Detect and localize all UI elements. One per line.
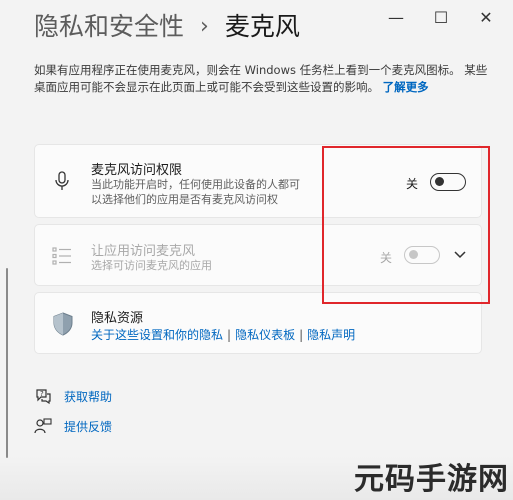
breadcrumb-parent[interactable]: 隐私和安全性 — [34, 10, 184, 44]
app-access-title: 让应用访问麦克风 — [91, 244, 196, 259]
give-feedback-label: 提供反馈 — [64, 419, 113, 434]
scrollbar[interactable] — [6, 268, 8, 458]
minimize-button[interactable]: — — [376, 4, 416, 30]
get-help-label: 获取帮助 — [64, 389, 113, 404]
help-chat-icon: ? — [36, 389, 51, 405]
svg-text:?: ? — [40, 390, 44, 398]
watermark: 元码手游网 — [354, 462, 509, 497]
shield-icon — [53, 312, 73, 336]
privacy-statement-link[interactable]: 隐私声明 — [307, 328, 355, 342]
page-description: 如果有应用程序正在使用麦克风，则会在 Windows 任务栏上看到一个麦克风图标… — [34, 62, 494, 96]
highlight-annotation — [322, 146, 490, 304]
close-button[interactable]: ✕ — [466, 4, 506, 30]
learn-more-link[interactable]: 了解更多 — [383, 80, 429, 94]
microphone-icon — [55, 171, 69, 190]
give-feedback-link[interactable]: 提供反馈 — [34, 417, 112, 435]
privacy-settings-link[interactable]: 关于这些设置和你的隐私 — [91, 328, 223, 342]
privacy-resources-title: 隐私资源 — [91, 311, 144, 326]
get-help-link[interactable]: ? 获取帮助 — [34, 387, 112, 405]
list-icon — [52, 247, 71, 265]
privacy-links: 关于这些设置和你的隐私 | 隐私仪表板 | 隐私声明 — [91, 326, 355, 343]
feedback-icon — [34, 418, 52, 434]
breadcrumb-separator: › — [200, 14, 209, 39]
link-separator: | — [299, 328, 304, 342]
link-separator: | — [227, 328, 232, 342]
title-bar: 隐私和安全性 › 麦克风 — ☐ ✕ — [0, 0, 513, 56]
breadcrumb: 隐私和安全性 › 麦克风 — [34, 10, 300, 44]
mic-access-subtitle-2: 以选择他们的应用是否有麦克风访问权 — [91, 193, 278, 206]
maximize-button[interactable]: ☐ — [421, 4, 461, 30]
page-title: 麦克风 — [224, 12, 300, 41]
app-access-subtitle: 选择可访问麦克风的应用 — [91, 259, 212, 272]
mic-access-title: 麦克风访问权限 — [91, 163, 183, 178]
mic-access-subtitle-1: 当此功能开启时，任何使用此设备的人都可 — [91, 178, 300, 191]
privacy-dashboard-link[interactable]: 隐私仪表板 — [235, 328, 295, 342]
